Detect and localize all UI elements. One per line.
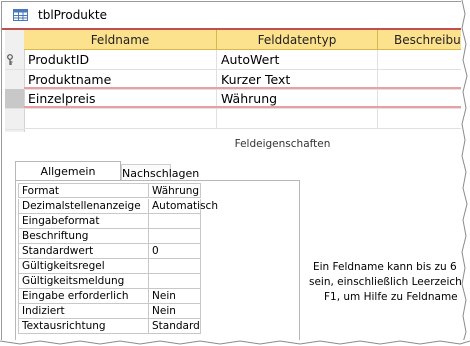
field-type-cell[interactable]: Währung xyxy=(217,89,378,109)
table-design-window: tblProdukte Feldname Felddatentyp Beschr… xyxy=(1,1,464,343)
field-type-cell[interactable]: AutoWert xyxy=(217,50,378,70)
property-value[interactable] xyxy=(149,259,201,274)
property-value[interactable]: 0 xyxy=(149,244,201,259)
property-row[interactable]: Standardwert 0 xyxy=(18,244,201,259)
row-selector-new[interactable] xyxy=(5,110,24,130)
field-name-cell[interactable]: Produktname xyxy=(24,70,217,90)
row-selector-einzelpreis[interactable] xyxy=(5,89,24,109)
help-text-line: sein, einschließlich Leerzeich xyxy=(309,276,462,288)
field-grid: Feldname Felddatentyp Beschreibu Produkt… xyxy=(2,30,463,132)
property-value[interactable] xyxy=(149,214,201,229)
field-description-cell[interactable] xyxy=(378,50,463,70)
property-name: Textausrichtung xyxy=(18,319,149,334)
field-name-cell[interactable]: ProduktID xyxy=(24,50,217,70)
property-name: Beschriftung xyxy=(18,229,149,244)
property-row[interactable]: Dezimalstellenanzeige Automatisch xyxy=(18,199,218,214)
property-row[interactable]: Gültigkeitsmeldung xyxy=(18,274,201,289)
property-value[interactable]: Automatisch xyxy=(149,199,218,214)
field-name-cell[interactable]: Einzelpreis xyxy=(24,89,217,109)
tab-allgemein[interactable]: Allgemein xyxy=(15,161,121,181)
property-name: Format xyxy=(18,183,149,198)
property-row[interactable]: Beschriftung xyxy=(18,229,201,244)
property-value[interactable]: Standard xyxy=(149,319,201,334)
column-header-beschreibung[interactable]: Beschreibu xyxy=(378,30,463,50)
field-description-cell-empty[interactable] xyxy=(378,109,463,129)
field-description-cell[interactable] xyxy=(378,89,463,109)
torn-edge-right xyxy=(461,0,470,346)
property-value[interactable]: Nein xyxy=(149,304,201,319)
column-header-feldname[interactable]: Feldname xyxy=(24,30,217,50)
primary-key-icon xyxy=(7,54,13,65)
property-row[interactable]: Gültigkeitsregel xyxy=(18,259,201,274)
property-row[interactable]: Eingabeformat xyxy=(18,214,201,229)
property-name: Gültigkeitsregel xyxy=(18,259,149,274)
property-name: Eingabe erforderlich xyxy=(18,289,149,304)
row-selector-produktid[interactable] xyxy=(5,50,24,70)
property-name: Indiziert xyxy=(18,304,149,319)
property-row[interactable]: Indiziert Nein xyxy=(18,304,201,319)
property-value[interactable] xyxy=(149,229,201,244)
field-type-cell-empty[interactable] xyxy=(217,109,378,129)
window-title: tblProdukte xyxy=(38,8,107,22)
row-selector-produktname[interactable] xyxy=(5,70,24,90)
field-description-cell[interactable] xyxy=(378,70,463,90)
tab-nachschlagen[interactable]: Nachschlagen xyxy=(121,164,199,181)
table-icon xyxy=(13,9,28,21)
property-row[interactable]: Textausrichtung Standard xyxy=(18,319,201,334)
field-properties-label: Feldeigenschaften xyxy=(234,138,331,150)
property-name: Eingabeformat xyxy=(18,214,149,229)
help-text-line: F1, um Hilfe zu Feldname xyxy=(324,291,458,303)
help-text-line: Ein Feldname kann bis zu 6 xyxy=(313,261,457,273)
property-value[interactable]: Währung xyxy=(149,183,201,198)
property-name: Standardwert xyxy=(18,244,149,259)
field-properties-panel: Format Währung Dezimalstellenanzeige Aut… xyxy=(15,180,300,342)
document-tab[interactable]: tblProdukte xyxy=(2,2,463,30)
property-name: Gültigkeitsmeldung xyxy=(18,274,149,289)
field-type-cell[interactable]: Kurzer Text xyxy=(217,70,378,90)
property-row[interactable]: Format Währung xyxy=(18,183,201,198)
property-row[interactable]: Eingabe erforderlich Nein xyxy=(18,289,201,304)
torn-edge-bottom xyxy=(0,340,470,346)
property-name: Dezimalstellenanzeige xyxy=(18,199,149,214)
property-value[interactable] xyxy=(149,274,201,289)
field-name-cell-empty[interactable] xyxy=(24,109,217,129)
property-value[interactable]: Nein xyxy=(149,289,201,304)
column-header-felddatentyp[interactable]: Felddatentyp xyxy=(217,30,378,50)
